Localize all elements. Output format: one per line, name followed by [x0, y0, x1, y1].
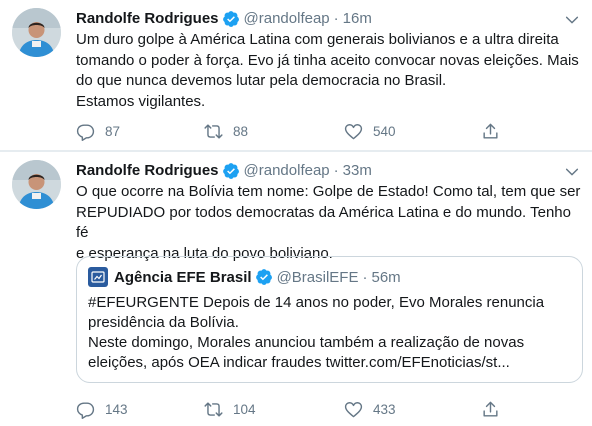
- retweet-count: 88: [233, 123, 249, 139]
- tweet-text-line: REPUDIADO por todos democratas da Améric…: [76, 203, 571, 242]
- tweet-actions: 87 88 540: [76, 120, 516, 142]
- like-button[interactable]: 433: [344, 398, 396, 420]
- retweet-count: 104: [233, 401, 256, 417]
- retweet-icon: [204, 401, 223, 417]
- share-button[interactable]: [481, 120, 500, 142]
- avatar-image: [12, 160, 61, 209]
- tweet-text-line: do que nunca devemos lutar pela democrac…: [76, 72, 447, 89]
- like-count: 433: [373, 401, 396, 417]
- tweet-text: Um duro golpe à América Latina com gener…: [76, 30, 581, 112]
- share-button[interactable]: [481, 398, 500, 420]
- verified-icon: [222, 11, 239, 27]
- quoted-tweet[interactable]: Agência EFE Brasil @BrasilEFE · 56m #EFE…: [76, 256, 583, 383]
- author-handle[interactable]: @randolfeap: [244, 161, 330, 181]
- tweet-text-line: O que ocorre na Bolívia tem nome: Golpe …: [76, 183, 581, 200]
- quoted-author-name[interactable]: Agência EFE Brasil: [114, 269, 252, 286]
- reply-button[interactable]: 143: [76, 398, 128, 420]
- share-icon: [483, 123, 498, 139]
- reply-count: 87: [105, 123, 121, 139]
- retweet-button[interactable]: 104: [204, 398, 256, 420]
- reply-icon: [76, 123, 95, 141]
- like-count: 540: [373, 123, 396, 139]
- chevron-down-icon[interactable]: [564, 12, 580, 28]
- avatar[interactable]: [12, 160, 61, 209]
- chevron-down-icon[interactable]: [564, 164, 580, 180]
- quoted-text-line: #EFEURGENTE Depois de 14 anos no poder, …: [88, 294, 545, 311]
- timestamp[interactable]: 16m: [343, 9, 372, 29]
- tweet-text-line: Um duro golpe à América Latina com gener…: [76, 31, 559, 48]
- quoted-text-line: presidência da Bolívia.: [88, 314, 239, 331]
- author-name[interactable]: Randolfe Rodrigues: [76, 9, 219, 29]
- like-icon: [344, 123, 363, 139]
- tweet-header: Randolfe Rodrigues @randolfeap · 16m: [76, 9, 372, 29]
- avatar[interactable]: [12, 8, 61, 57]
- reply-icon: [76, 401, 95, 419]
- author-handle[interactable]: @randolfeap: [244, 9, 330, 29]
- efe-logo-icon: [88, 267, 108, 287]
- verified-icon: [255, 269, 272, 285]
- tweet-header: Randolfe Rodrigues @randolfeap · 33m: [76, 161, 372, 181]
- tweet-actions: 143 104 433: [76, 398, 516, 420]
- verified-icon: [222, 163, 239, 179]
- quoted-tweet-text: #EFEURGENTE Depois de 14 anos no poder, …: [88, 293, 576, 373]
- quoted-author-handle: @BrasilEFE: [276, 268, 359, 286]
- retweet-icon: [204, 123, 223, 139]
- tweet-text-line: tomando o poder à força. Evo já tinha ac…: [76, 51, 579, 69]
- like-icon: [344, 401, 363, 417]
- quoted-tweet-header: Agência EFE Brasil @BrasilEFE · 56m: [88, 267, 401, 287]
- tweet-text: O que ocorre na Bolívia tem nome: Golpe …: [76, 182, 581, 264]
- separator: ·: [333, 162, 339, 179]
- reply-button[interactable]: 87: [76, 120, 120, 142]
- like-button[interactable]: 540: [344, 120, 396, 142]
- retweet-button[interactable]: 88: [204, 120, 248, 142]
- reply-count: 143: [105, 401, 128, 417]
- tweet[interactable]: Randolfe Rodrigues @randolfeap · 16m Um …: [0, 0, 592, 151]
- separator: ·: [362, 268, 368, 286]
- separator: ·: [333, 10, 339, 27]
- quoted-timestamp: 56m: [371, 268, 401, 286]
- author-name[interactable]: Randolfe Rodrigues: [76, 161, 219, 181]
- avatar-image: [12, 8, 61, 57]
- quoted-text-line: Neste domingo, Morales anunciou também a…: [88, 334, 525, 351]
- tweet-text-line: Estamos vigilantes.: [76, 92, 206, 110]
- quoted-text-line[interactable]: eleições, após OEA indicar fraudes twitt…: [88, 353, 576, 373]
- tweet[interactable]: Randolfe Rodrigues @randolfeap · 33m O q…: [0, 152, 592, 426]
- timestamp[interactable]: 33m: [343, 161, 372, 181]
- share-icon: [483, 401, 498, 417]
